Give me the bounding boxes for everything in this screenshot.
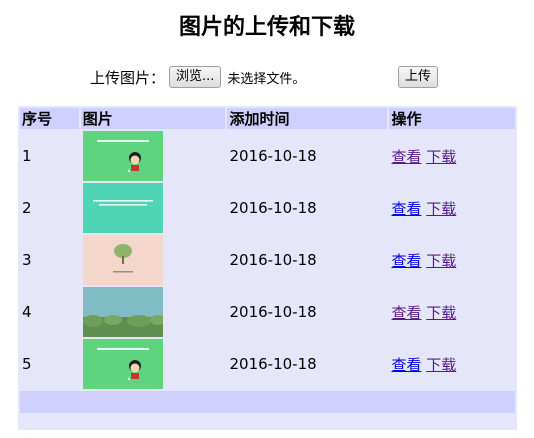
image-table: 序号 图片 添加时间 操作 1 2016-10-18 查看 下载 2 2016-… xyxy=(18,106,517,415)
header-image: 图片 xyxy=(80,108,226,129)
thumbnail-image[interactable] xyxy=(82,235,163,285)
row-index: 3 xyxy=(22,251,32,269)
table-footer-row xyxy=(20,391,515,413)
row-index: 1 xyxy=(22,147,32,165)
thumbnail-cell xyxy=(81,235,226,285)
browse-button[interactable]: 浏览... xyxy=(169,66,222,88)
row-index: 4 xyxy=(22,303,32,321)
page-title: 图片的上传和下载 xyxy=(178,15,355,40)
thumbnail-image[interactable] xyxy=(82,287,163,337)
row-actions: 查看 下载 xyxy=(389,287,515,337)
row-date: 2016-10-18 xyxy=(229,251,317,269)
row-index: 2 xyxy=(22,199,32,217)
upload-label: 上传图片： xyxy=(90,68,166,87)
file-status-text: 未选择文件。 xyxy=(227,71,306,87)
thumbnail-cell xyxy=(81,287,226,337)
row-date: 2016-10-18 xyxy=(229,147,317,165)
table-footer xyxy=(20,391,515,413)
view-link[interactable]: 查看 xyxy=(391,304,421,322)
row-date: 2016-10-18 xyxy=(229,355,317,373)
upload-button[interactable]: 上传 xyxy=(398,66,439,88)
download-link[interactable]: 下载 xyxy=(426,148,456,166)
download-link[interactable]: 下载 xyxy=(426,304,456,322)
row-date: 2016-10-18 xyxy=(229,303,317,321)
table-row: 5 2016-10-18 查看 下载 xyxy=(20,339,515,389)
thumbnail-image[interactable] xyxy=(82,131,163,181)
view-link[interactable]: 查看 xyxy=(391,200,421,218)
header-date: 添加时间 xyxy=(227,108,388,129)
upload-form: 上传图片： 浏览... 未选择文件。 xyxy=(90,66,305,88)
thumbnail-image[interactable] xyxy=(82,339,163,389)
table-row: 3 2016-10-18 查看 下载 xyxy=(20,235,515,285)
thumbnail-cell xyxy=(81,131,226,181)
table-row: 1 2016-10-18 查看 下载 xyxy=(20,131,515,181)
row-index: 5 xyxy=(22,355,32,373)
image-table-container: 序号 图片 添加时间 操作 1 2016-10-18 查看 下载 2 2016-… xyxy=(18,106,517,430)
header-index: 序号 xyxy=(20,108,79,129)
thumbnail-cell xyxy=(81,183,226,233)
view-link[interactable]: 查看 xyxy=(391,148,421,166)
thumbnail-image[interactable] xyxy=(82,183,163,233)
thumbnail-cell xyxy=(81,339,226,389)
view-link[interactable]: 查看 xyxy=(391,252,421,270)
table-row: 4 2016-10-18 查看 下载 xyxy=(20,287,515,337)
table-header-row: 序号 图片 添加时间 操作 xyxy=(20,108,515,129)
row-actions: 查看 下载 xyxy=(389,183,515,233)
header-actions: 操作 xyxy=(389,108,515,129)
row-actions: 查看 下载 xyxy=(389,339,515,389)
row-actions: 查看 下载 xyxy=(389,235,515,285)
row-date: 2016-10-18 xyxy=(229,199,317,217)
table-row: 2 2016-10-18 查看 下载 xyxy=(20,183,515,233)
row-actions: 查看 下载 xyxy=(389,131,515,181)
download-link[interactable]: 下载 xyxy=(426,200,456,218)
download-link[interactable]: 下载 xyxy=(426,356,456,374)
download-link[interactable]: 下载 xyxy=(426,252,456,270)
view-link[interactable]: 查看 xyxy=(391,356,421,374)
